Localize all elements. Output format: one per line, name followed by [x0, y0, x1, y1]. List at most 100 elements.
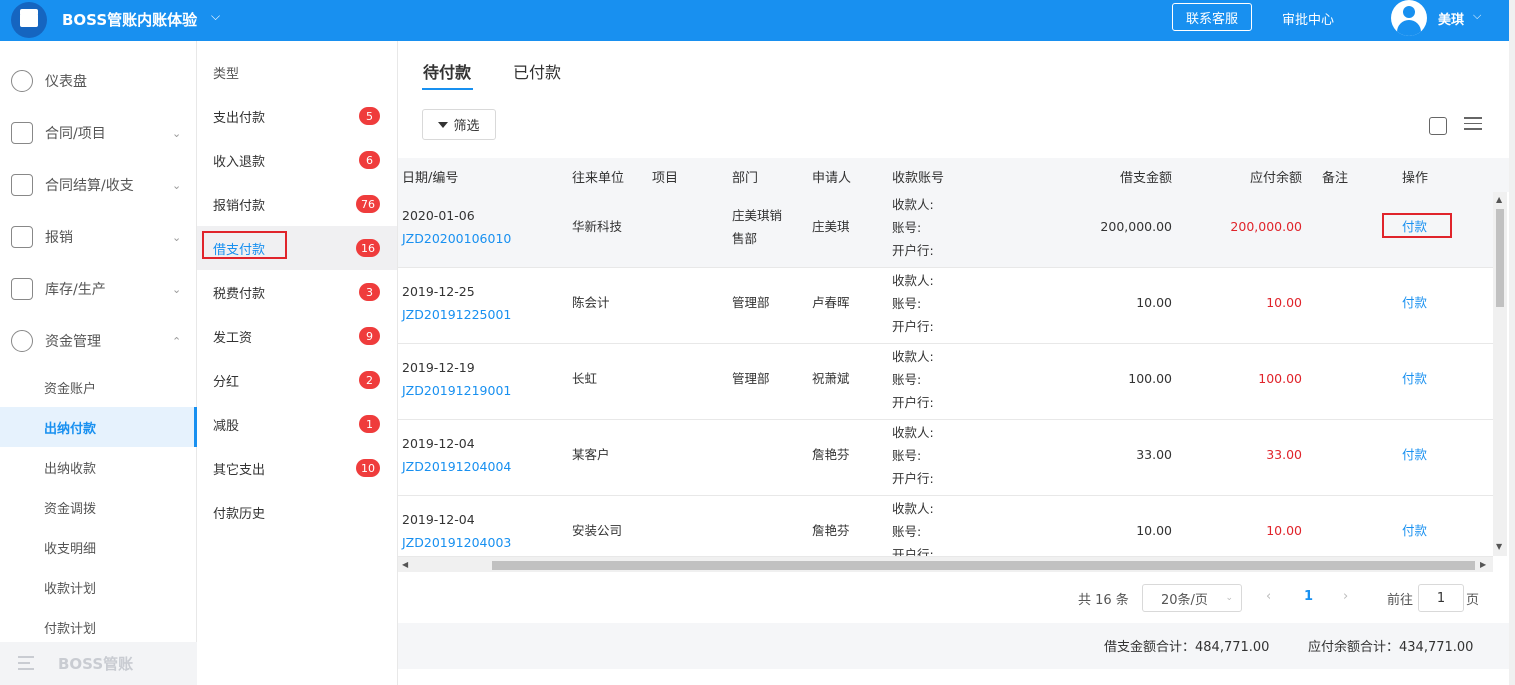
order-code-link[interactable]: JZD20191204004	[402, 455, 511, 478]
type-item[interactable]: 税费付款 3	[197, 270, 397, 314]
scroll-thumb[interactable]	[492, 561, 1475, 570]
tab-pending[interactable]: 待付款	[423, 59, 471, 83]
sidebar-item-fund[interactable]: 资金管理 ⌃	[0, 315, 197, 367]
sidebar-footer[interactable]: BOSS管账	[0, 642, 197, 685]
type-item[interactable]: 其它支出 10	[197, 446, 397, 490]
sidebar: 仪表盘 合同/项目 ⌄ 合同结算/收支 ⌄ 报销 ⌄ 库存/生产 ⌄ 资金管理 …	[0, 41, 197, 685]
user-name[interactable]: 美琪	[1438, 9, 1464, 28]
sidebar-subitem[interactable]: 收支明细	[0, 527, 197, 567]
count-badge: 76	[356, 195, 380, 213]
order-code-link[interactable]: JZD20200106010	[402, 227, 511, 250]
chevron-down-icon: ⌄	[172, 230, 182, 244]
scroll-thumb[interactable]	[1496, 209, 1504, 307]
chevron-down-icon[interactable]: ⌵	[1473, 9, 1481, 23]
sidebar-subitem[interactable]: 付款计划	[0, 607, 197, 647]
pay-button[interactable]: 付款	[1402, 367, 1427, 390]
sidebar-item-label: 合同结算/收支	[45, 178, 134, 194]
filter-icon	[438, 121, 449, 128]
sidebar-item-settlement[interactable]: 合同结算/收支 ⌄	[0, 159, 197, 211]
totals-bar: 借支金额合计：484,771.00 应付余额合计：434,771.00	[398, 623, 1509, 669]
tab-paid[interactable]: 已付款	[513, 59, 561, 83]
vertical-scrollbar[interactable]: ▲ ▼	[1493, 192, 1507, 556]
type-item[interactable]: 收入退款 6	[197, 138, 397, 182]
sidebar-item-dashboard[interactable]: 仪表盘	[0, 55, 197, 107]
folder-icon	[11, 122, 33, 144]
type-item[interactable]: 发工资 9	[197, 314, 397, 358]
goto-page-input[interactable]: 1	[1418, 584, 1464, 612]
page-number[interactable]: 1	[1304, 589, 1313, 604]
goto-label: 前往	[1387, 593, 1414, 608]
type-item[interactable]: 分红 2	[197, 358, 397, 402]
export-icon[interactable]	[1429, 117, 1447, 135]
order-code-link[interactable]: JZD20191225001	[402, 303, 511, 326]
table-row[interactable]: 2019-12-19 JZD20191219001 长虹 管理部 祝萧斌 收款人…	[398, 344, 1493, 420]
top-bar: BOSS管账内账体验 ⌵ 联系客服 审批中心 美琪 ⌵	[0, 0, 1509, 41]
type-item-history[interactable]: 付款历史	[197, 490, 397, 534]
count-badge: 16	[356, 239, 380, 257]
table-row[interactable]: 2019-12-04 JZD20191204003 安装公司 詹艳芬 收款人: …	[398, 496, 1493, 556]
box-icon	[11, 278, 33, 300]
sort-icon[interactable]	[1464, 117, 1482, 135]
pay-button[interactable]: 付款	[1402, 215, 1427, 238]
count-badge: 3	[359, 283, 380, 301]
pay-button[interactable]: 付款	[1402, 443, 1427, 466]
sidebar-subitem[interactable]: 出纳收款	[0, 447, 197, 487]
sidebar-item-label: 库存/生产	[45, 282, 106, 298]
sidebar-item-inventory[interactable]: 库存/生产 ⌄	[0, 263, 197, 315]
count-badge: 1	[359, 415, 380, 433]
pay-button[interactable]: 付款	[1402, 291, 1427, 314]
tab-underline	[422, 88, 473, 90]
page-unit: 页	[1466, 593, 1480, 608]
total-count: 共 16 条	[1078, 593, 1129, 608]
type-header: 类型	[213, 67, 240, 82]
avatar[interactable]	[1391, 0, 1427, 36]
chevron-down-icon: ⌄	[172, 126, 182, 140]
count-badge: 9	[359, 327, 380, 345]
sidebar-item-contract[interactable]: 合同/项目 ⌄	[0, 107, 197, 159]
chevron-down-icon[interactable]: ⌵	[211, 9, 220, 24]
type-item[interactable]: 减股 1	[197, 402, 397, 446]
sidebar-item-label: 报销	[45, 230, 73, 246]
app-title[interactable]: BOSS管账内账体验	[62, 9, 197, 30]
menu-icon[interactable]	[18, 656, 34, 670]
sidebar-item-reimburse[interactable]: 报销 ⌄	[0, 211, 197, 263]
sidebar-subitem-active[interactable]: 出纳付款	[0, 407, 197, 447]
type-item[interactable]: 报销付款 76	[197, 182, 397, 226]
scroll-right-icon[interactable]: ▶	[1480, 560, 1486, 569]
table-row[interactable]: 2019-12-25 JZD20191225001 陈会计 管理部 卢春晖 收款…	[398, 268, 1493, 344]
next-page-icon[interactable]: ›	[1343, 589, 1348, 604]
table-header: 日期/编号 往来单位 项目 部门 申请人 收款账号 借支金额 应付余额 备注 操…	[398, 158, 1509, 192]
borrow-total: 借支金额合计：484,771.00	[1104, 640, 1270, 655]
pay-button[interactable]: 付款	[1402, 519, 1427, 542]
scroll-up-icon[interactable]: ▲	[1496, 195, 1502, 204]
balance-total: 应付余额合计：434,771.00	[1308, 640, 1474, 655]
scroll-down-icon[interactable]: ▼	[1496, 542, 1502, 551]
order-code-link[interactable]: JZD20191204003	[402, 531, 511, 554]
fund-icon	[11, 330, 33, 352]
table-row[interactable]: 2019-12-04 JZD20191204004 某客户 詹艳芬 收款人: 账…	[398, 420, 1493, 496]
sidebar-footer-label: BOSS管账	[58, 655, 134, 673]
table-row[interactable]: 2020-01-06 JZD20200106010 华新科技 庄美琪销 售部 庄…	[398, 192, 1493, 268]
sidebar-subitem[interactable]: 收款计划	[0, 567, 197, 607]
approval-center-link[interactable]: 审批中心	[1282, 9, 1334, 28]
scroll-left-icon[interactable]: ◀	[402, 560, 408, 569]
app-logo-icon[interactable]	[11, 2, 47, 38]
sidebar-item-label: 合同/项目	[45, 126, 106, 142]
filter-button[interactable]: 筛选	[422, 109, 496, 140]
count-badge: 5	[359, 107, 380, 125]
order-code-link[interactable]: JZD20191219001	[402, 379, 511, 402]
count-badge: 2	[359, 371, 380, 389]
type-item-active[interactable]: 借支付款 16	[197, 226, 397, 270]
window-edge	[1509, 0, 1515, 685]
dashboard-icon	[11, 70, 33, 92]
type-item[interactable]: 支出付款 5	[197, 94, 397, 138]
type-panel: 类型 支出付款 5 收入退款 6 报销付款 76 借支付款 16 税费付款 3 …	[197, 41, 398, 685]
prev-page-icon[interactable]: ‹	[1266, 589, 1271, 604]
sidebar-subitem[interactable]: 资金账户	[0, 367, 197, 407]
page-size-select[interactable]: 20条/页 ⌄	[1142, 584, 1242, 612]
count-badge: 6	[359, 151, 380, 169]
sidebar-subitem[interactable]: 资金调拨	[0, 487, 197, 527]
contact-service-button[interactable]: 联系客服	[1172, 3, 1252, 31]
horizontal-scrollbar[interactable]: ◀ ▶	[398, 556, 1493, 572]
main-content: 待付款 已付款 筛选 日期/编号 往来单位 项目 部门 申请人 收款账号 借支金…	[398, 41, 1509, 685]
